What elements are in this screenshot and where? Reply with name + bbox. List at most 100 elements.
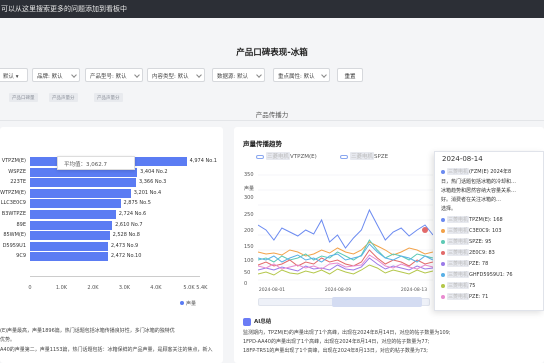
- bar[interactable]: [30, 231, 110, 241]
- series-dot-icon: [441, 261, 445, 266]
- tooltip-series-item: 三菱电机PZE: 78: [441, 260, 488, 267]
- series-value: SPZE: 95: [469, 239, 492, 245]
- bar-value: 2,724 No.6: [118, 211, 147, 217]
- bar[interactable]: [30, 178, 136, 188]
- brand-blur: 三菱电机: [447, 260, 470, 267]
- tag-chip[interactable]: 产品声量分: [94, 93, 123, 102]
- bar-label: 223TE: [10, 179, 26, 186]
- average-tooltip: 平均值：3,062.7: [57, 156, 135, 170]
- insight-line: (E)声量最高，声量1896篇，热门话题包括冰箱传播良好性，多门冰箱的独特优: [0, 328, 175, 334]
- bar-row[interactable]: 89E 2,610 No.7: [0, 220, 223, 230]
- x-tick: 1.0K: [55, 285, 68, 291]
- y-tick: 200: [244, 228, 254, 234]
- filter-model[interactable]: 产品型号: 默认: [85, 68, 143, 82]
- bar-label: LLC3E0C9: [0, 200, 26, 207]
- tooltip-series-item: 三菱电机TPZM(E): 168: [441, 216, 503, 223]
- date-range-handle[interactable]: [332, 297, 422, 307]
- bar-row[interactable]: 9C9 2,472 No.10: [0, 252, 223, 262]
- bar-row[interactable]: B3WTPZE 2,724 No.6: [0, 210, 223, 219]
- tooltip-series-item: 三菱电机SPZE: 95: [441, 238, 491, 245]
- bar[interactable]: [30, 199, 121, 209]
- tag-chip[interactable]: 产品口碑量: [9, 93, 38, 102]
- series-value: PZE: 71: [469, 294, 489, 300]
- tooltip-text: 冰箱趋势和居然容纳大容量关系…: [441, 188, 517, 194]
- bar-row[interactable]: 85WM(E) 2,528 No.8: [0, 231, 223, 241]
- ai-summary-title: AI总结: [254, 319, 272, 325]
- series-dot-icon: [441, 294, 445, 299]
- legend-line-icon: [340, 154, 348, 159]
- series-value: C3E0C9: 103: [469, 228, 502, 234]
- trend-series-line: [258, 241, 433, 257]
- chevron-down-icon: [321, 72, 327, 78]
- brand-blur: 三菱电机: [447, 271, 470, 278]
- bar-value: 3,404 No.2: [140, 168, 168, 175]
- y-tick: 0: [244, 281, 248, 287]
- x-tick: 5.0K 5.4K: [183, 285, 208, 291]
- trend-chart-title: 声量传播趋势: [243, 140, 282, 148]
- filter-label: 重点属性: 默认: [278, 74, 315, 80]
- legend-label: SPZE: [374, 154, 389, 160]
- bar[interactable]: [30, 210, 116, 219]
- series-dot-icon: [441, 228, 445, 233]
- tooltip-text: 选择。: [441, 206, 457, 212]
- bar-value: 3,366 No.3: [138, 179, 167, 186]
- filter-label: 产品型号: 默认: [90, 74, 127, 80]
- trend-series-line: [258, 239, 433, 263]
- bar[interactable]: [30, 220, 113, 230]
- tooltip-series-item: 三菱电机2E0C9: 83: [441, 249, 495, 256]
- x-tick: 2.0K: [87, 285, 99, 291]
- ai-summary-line: 监测期内，TPZM(E)的声量出现了1个高峰，出现在2024年8月14日，对应的…: [243, 330, 451, 336]
- bar[interactable]: [30, 252, 108, 262]
- filter-dropdown-0[interactable]: 默认 ▾: [0, 68, 28, 82]
- series-value: TPZM(E): 168: [469, 217, 503, 223]
- legend-item[interactable]: 三菱电机SPZE: [340, 152, 388, 160]
- bar-label: WSPZE: [8, 168, 26, 175]
- series-dot-icon: [441, 272, 445, 277]
- tooltip-intro: 三菱电机(FZM(E) 2024年8: [441, 168, 511, 175]
- x-tick: 4.0K: [150, 285, 162, 291]
- y-tick: 300: [244, 195, 254, 201]
- filter-label: 内容类型: 默认: [152, 74, 189, 80]
- tooltip-series-item: 三菱电机GHFD5959U1: 76: [441, 271, 513, 278]
- chevron-down-icon: [134, 72, 140, 78]
- chart-legend[interactable]: 声量: [180, 300, 196, 307]
- filter-datasource[interactable]: 数据源: 默认: [212, 68, 265, 82]
- tooltip-date: 2024-08-14: [442, 155, 483, 163]
- legend-dot-icon: [180, 301, 184, 305]
- ai-summary-heading: AI总结: [243, 317, 271, 326]
- legend-item[interactable]: 三菱电机VTPZM(E): [256, 152, 317, 160]
- legend-line-icon: [256, 154, 264, 159]
- topbar-hint: 可以从这里搜索更多的问题添加到看板中: [0, 0, 544, 18]
- tooltip-series-item: 三菱电机75: [441, 282, 475, 289]
- hover-point: [422, 227, 428, 233]
- bar-row[interactable]: WTPZM(E) 3,201 No.4: [0, 188, 223, 198]
- insight-line: 优势。: [0, 337, 16, 343]
- y-axis-label: 声量: [244, 186, 255, 192]
- x-axis: [30, 276, 200, 277]
- bar-label: VTPZM(E): [1, 158, 26, 164]
- filter-content-type[interactable]: 内容类型: 默认: [147, 68, 205, 82]
- bar-row[interactable]: LLC3E0C9 2,875 No.5: [0, 199, 223, 209]
- bar-row[interactable]: D5959U1 2,473 No.9: [0, 241, 223, 251]
- bar[interactable]: [30, 188, 131, 198]
- bar-value: 2,875 No.5: [123, 200, 151, 207]
- x-tick: 3.0K: [118, 285, 131, 291]
- section-title: 产品传播力: [255, 111, 289, 119]
- chevron-down-icon: [256, 72, 262, 78]
- tag-chip[interactable]: 产品声量分: [49, 93, 78, 102]
- bar-label: 9C9: [16, 253, 26, 260]
- legend-label: 声量: [186, 301, 197, 307]
- x-tick: 2024-08-09: [324, 288, 352, 293]
- series-dot-icon: [441, 217, 445, 222]
- y-tick: 150: [244, 244, 254, 250]
- y-tick: 350: [244, 172, 254, 178]
- bar[interactable]: [30, 241, 108, 251]
- brand-blur: 三菱电机: [447, 282, 470, 289]
- trend-series-line: [258, 208, 433, 249]
- filter-key-attribute[interactable]: 重点属性: 默认: [273, 68, 330, 82]
- trend-line-chart: [258, 174, 433, 281]
- bar-row[interactable]: 223TE 3,366 No.3: [0, 178, 223, 188]
- bar-value: 2,473 No.9: [110, 242, 139, 249]
- filter-brand[interactable]: 品牌: 默认: [32, 68, 80, 82]
- reset-button[interactable]: 重置: [337, 68, 363, 82]
